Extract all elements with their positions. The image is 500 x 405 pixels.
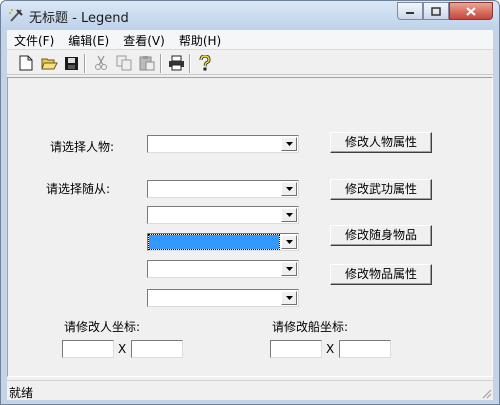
- menu-edit[interactable]: 编辑(E): [61, 30, 116, 49]
- dropdown-arrow-icon: [285, 296, 293, 300]
- menu-bar: 文件(F) 编辑(E) 查看(V) 帮助(H): [7, 30, 493, 50]
- follower-combo-5[interactable]: [147, 289, 299, 307]
- follower-label: 请选择随从:: [46, 182, 111, 196]
- new-file-button[interactable]: [17, 54, 35, 72]
- toolbar-separator: [160, 54, 162, 73]
- dropdown-arrow-icon: [285, 240, 293, 244]
- person-coord-label: 请修改人坐标:: [64, 320, 141, 334]
- menu-help[interactable]: 帮助(H): [172, 30, 228, 49]
- cut-icon: [95, 55, 107, 70]
- save-button[interactable]: [62, 54, 80, 72]
- new-file-icon: [19, 55, 33, 71]
- toolbar-separator: [84, 54, 86, 73]
- follower-combo-dropdown[interactable]: [281, 291, 297, 305]
- copy-icon: [116, 55, 132, 71]
- help-icon: [199, 55, 211, 71]
- cut-button[interactable]: [92, 54, 110, 72]
- follower-combo-value: [149, 208, 279, 222]
- ship-coord-separator: X: [326, 342, 335, 356]
- follower-combo-value-selected: [148, 234, 280, 250]
- dropdown-arrow-icon: [285, 187, 293, 191]
- person-x-field[interactable]: [62, 340, 114, 358]
- edit-martial-button[interactable]: 修改武功属性: [330, 179, 432, 200]
- edit-carried-items-button[interactable]: 修改随身物品: [330, 225, 432, 246]
- dropdown-arrow-icon: [285, 213, 293, 217]
- follower-combo-dropdown[interactable]: [281, 235, 297, 249]
- print-icon: [168, 55, 184, 71]
- window-title: 无标题 - Legend: [29, 11, 129, 26]
- maximize-icon: [431, 6, 441, 16]
- dropdown-arrow-icon: [285, 142, 293, 146]
- status-text: 就绪: [9, 386, 34, 400]
- follower-combo-value: [149, 291, 279, 305]
- toolbar: [7, 51, 493, 75]
- open-folder-icon: [40, 58, 58, 70]
- character-combo-value: [149, 137, 279, 151]
- follower-combo-value: [149, 182, 279, 196]
- person-y-field[interactable]: [131, 340, 183, 358]
- minimize-icon: [406, 12, 414, 14]
- client-area: 文件(F) 编辑(E) 查看(V) 帮助(H) 请选择人物: 修改人物属性 请选…: [7, 30, 493, 400]
- person-coord-separator: X: [118, 342, 127, 356]
- paste-button[interactable]: [138, 54, 156, 72]
- app-icon: [8, 7, 24, 23]
- close-icon: [466, 6, 476, 16]
- follower-combo-dropdown[interactable]: [281, 208, 297, 222]
- character-combo-dropdown[interactable]: [281, 137, 297, 151]
- follower-combo-1[interactable]: [147, 180, 299, 198]
- save-icon: [64, 56, 78, 70]
- edit-character-button[interactable]: 修改人物属性: [330, 132, 432, 153]
- menu-view[interactable]: 查看(V): [116, 30, 172, 49]
- toolbar-separator: [189, 54, 191, 73]
- ship-x-field[interactable]: [270, 340, 322, 358]
- open-button[interactable]: [40, 54, 58, 72]
- character-label: 请选择人物:: [50, 140, 115, 154]
- menu-file[interactable]: 文件(F): [7, 30, 61, 49]
- follower-combo-3[interactable]: [147, 233, 299, 251]
- edit-item-properties-button[interactable]: 修改物品属性: [330, 264, 432, 285]
- status-bar: 就绪: [7, 380, 493, 400]
- help-button[interactable]: [196, 54, 214, 72]
- close-button[interactable]: [449, 2, 493, 20]
- follower-combo-2[interactable]: [147, 206, 299, 224]
- dropdown-arrow-icon: [285, 267, 293, 271]
- app-window: 无标题 - Legend 文件(F) 编辑(E) 查看(V) 帮助(H) 请选择…: [0, 0, 500, 405]
- follower-combo-value: [149, 262, 279, 276]
- ship-y-field[interactable]: [339, 340, 391, 358]
- follower-combo-dropdown[interactable]: [281, 182, 297, 196]
- character-combo[interactable]: [147, 135, 299, 153]
- follower-combo-4[interactable]: [147, 260, 299, 278]
- ship-coord-label: 请修改船坐标:: [272, 320, 349, 334]
- maximize-button[interactable]: [423, 2, 449, 20]
- paste-icon: [139, 56, 155, 71]
- minimize-button[interactable]: [397, 2, 423, 20]
- print-button[interactable]: [167, 54, 185, 72]
- resize-grip-icon[interactable]: [480, 387, 492, 399]
- follower-combo-dropdown[interactable]: [281, 262, 297, 276]
- form-view: 请选择人物: 修改人物属性 请选择随从: 修改武功属性 修改随身物品 修改物品属…: [7, 77, 493, 377]
- title-bar[interactable]: 无标题 - Legend: [1, 1, 499, 30]
- copy-button[interactable]: [115, 54, 133, 72]
